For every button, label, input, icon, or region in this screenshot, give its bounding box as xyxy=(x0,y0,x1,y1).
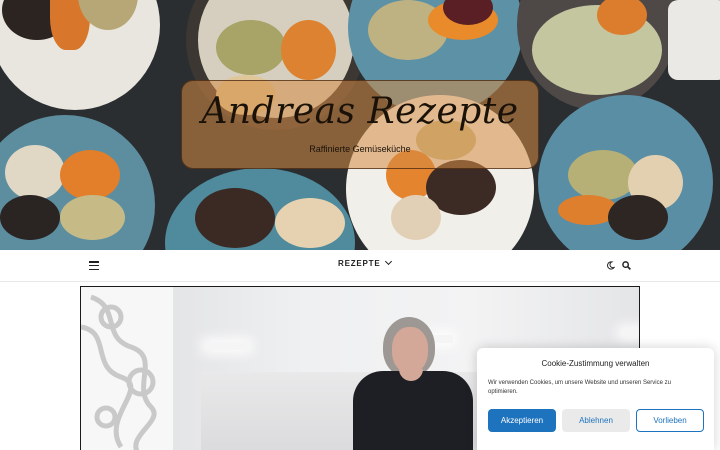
header-image: Andreas Rezepte Raffinierte Gemüseküche xyxy=(0,0,720,250)
cookie-text: Wir verwenden Cookies, um unsere Website… xyxy=(488,380,671,395)
plate xyxy=(0,115,155,250)
site-title[interactable]: Andreas Rezepte xyxy=(182,91,538,132)
accept-button[interactable]: Akzeptieren xyxy=(488,409,556,432)
nav-item-rezepte[interactable]: REZEPTE xyxy=(338,257,392,268)
cookie-consent-banner: Cookie-Zustimmung verwalten Wir verwende… xyxy=(477,348,714,450)
preferences-button[interactable]: Vorlieben xyxy=(636,409,704,432)
plate xyxy=(0,0,160,110)
plate xyxy=(538,95,713,250)
cookie-title: Cookie-Zustimmung verwalten xyxy=(541,359,650,368)
hamburger-icon[interactable] xyxy=(89,261,99,271)
decorative-screen xyxy=(81,287,173,450)
chevron-down-icon xyxy=(384,257,392,266)
plate xyxy=(517,0,677,110)
site-title-box: Andreas Rezepte Raffinierte Gemüseküche xyxy=(181,80,539,169)
nav-item-label: REZEPTE xyxy=(338,259,381,268)
plate xyxy=(165,168,355,250)
page: Andreas Rezepte Raffinierte Gemüseküche … xyxy=(0,0,720,450)
search-icon[interactable] xyxy=(622,261,631,270)
site-tagline: Raffinierte Gemüseküche xyxy=(309,144,411,154)
reject-button[interactable]: Ablehnen xyxy=(562,409,630,432)
moon-icon[interactable] xyxy=(606,261,615,270)
